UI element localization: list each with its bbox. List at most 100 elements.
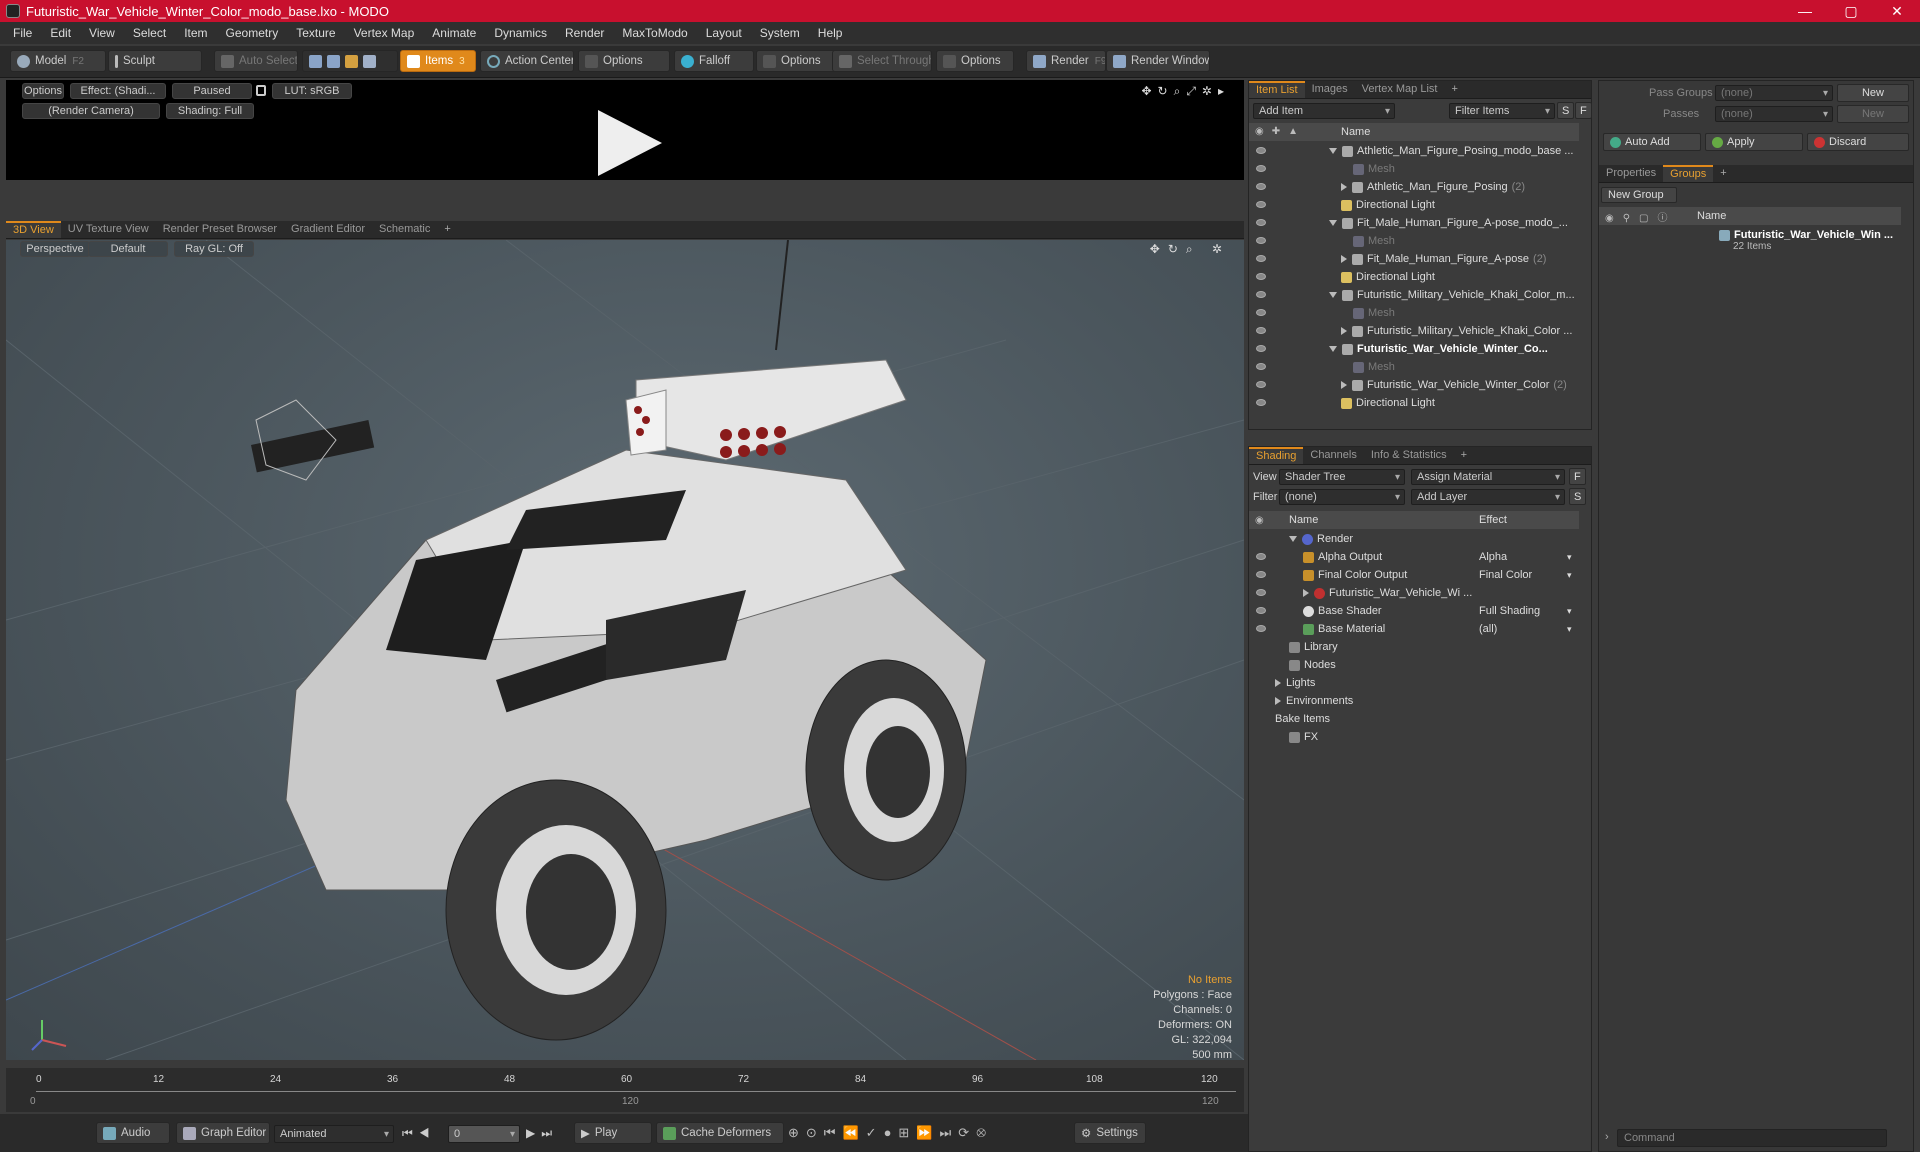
passes-dropdown[interactable]: (none) (1715, 106, 1833, 122)
polygons-icon[interactable] (345, 54, 358, 68)
expand-down-icon[interactable] (1289, 536, 1297, 542)
new-group-button[interactable]: New Group (1601, 187, 1677, 203)
shader-row[interactable]: Lights (1249, 674, 1579, 692)
filter-s-button[interactable]: S (1557, 102, 1575, 119)
add-tab-button[interactable]: + (1444, 81, 1464, 98)
item-list-row[interactable]: Athletic_Man_Figure_Posing (2) (1249, 178, 1579, 196)
menu-maxtomodo[interactable]: MaxToModo (613, 26, 696, 40)
name-column-header[interactable]: Name (1341, 126, 1370, 138)
3d-viewport[interactable]: Perspective Default Ray GL: Off ✥↻⌕ ✲ No… (6, 240, 1244, 1060)
render-camera-dropdown[interactable]: (Render Camera) (22, 103, 160, 119)
shader-row[interactable]: Environments (1249, 692, 1579, 710)
shader-row[interactable]: Base Shader Full Shading ▾ (1249, 602, 1579, 620)
item-list-row[interactable]: Futuristic_Military_Vehicle_Khaki_Color … (1249, 322, 1579, 340)
menu-layout[interactable]: Layout (697, 26, 751, 40)
menu-dynamics[interactable]: Dynamics (485, 26, 556, 40)
eye-icon[interactable] (1256, 183, 1266, 190)
preview-paused-button[interactable]: Paused (172, 83, 252, 99)
add-tab-button[interactable]: + (1713, 165, 1733, 182)
model-mode-button[interactable]: Model F2 (10, 50, 106, 72)
render-window-button[interactable]: Render Window (1106, 50, 1210, 72)
eye-icon[interactable] (1256, 165, 1266, 172)
tab-shading[interactable]: Shading (1249, 447, 1304, 464)
eye-icon[interactable] (1256, 553, 1266, 560)
auto-select-button[interactable]: Auto Select (214, 50, 298, 72)
item-list-row[interactable]: Mesh (1249, 160, 1579, 178)
item-list-row[interactable]: Directional Light (1249, 268, 1579, 286)
tab-info-statistics[interactable]: Info & Statistics (1364, 447, 1454, 464)
render-button[interactable]: Render F9 (1026, 50, 1106, 72)
discard-button[interactable]: Discard (1807, 133, 1909, 151)
edges-icon[interactable] (327, 54, 340, 68)
materials-icon[interactable] (363, 54, 376, 68)
menu-edit[interactable]: Edit (41, 26, 80, 40)
menu-animate[interactable]: Animate (423, 26, 485, 40)
expand-right-icon[interactable] (1341, 327, 1347, 335)
shader-row[interactable]: Render (1249, 530, 1579, 548)
chevron-down-icon[interactable]: ▾ (1567, 606, 1572, 617)
item-list-row[interactable]: Mesh (1249, 358, 1579, 376)
effect-dropdown[interactable]: Full Shading (1479, 605, 1577, 617)
shader-row[interactable]: Base Material (all) ▾ (1249, 620, 1579, 638)
group-column-icons[interactable]: ◉⚲▢ⓘ (1605, 209, 1677, 224)
item-list-row[interactable]: Futuristic_War_Vehicle_Winter_Color (2) (1249, 376, 1579, 394)
expand-right-icon[interactable] (1341, 381, 1347, 389)
eye-icon[interactable] (1256, 219, 1266, 226)
add-layer-dropdown[interactable]: Add Layer (1411, 489, 1565, 505)
perspective-dropdown[interactable]: Perspective (20, 241, 90, 257)
item-list-row[interactable]: Mesh (1249, 232, 1579, 250)
shader-row[interactable]: Alpha Output Alpha ▾ (1249, 548, 1579, 566)
item-list-row[interactable]: Athletic_Man_Figure_Posing_modo_base ... (1249, 142, 1579, 160)
graph-editor-button[interactable]: Graph Editor (176, 1122, 270, 1144)
preview-options-button[interactable]: Options (22, 83, 64, 99)
column-icons[interactable]: ◉✚▲ (1255, 126, 1306, 137)
eye-icon[interactable] (1256, 589, 1266, 596)
item-list-row[interactable]: Futuristic_Military_Vehicle_Khaki_Color_… (1249, 286, 1579, 304)
current-frame-field[interactable]: 0 (448, 1125, 520, 1143)
render-preview-viewport[interactable]: Options Effect: (Shadi... Paused LUT: sR… (6, 80, 1244, 180)
menu-view[interactable]: View (80, 26, 124, 40)
shading-filter-dropdown[interactable]: (none) (1279, 489, 1405, 505)
timeline-ruler[interactable]: 0 12 24 36 48 60 72 84 96 108 120 (36, 1072, 1236, 1092)
add-item-dropdown[interactable]: Add Item (1253, 103, 1395, 119)
eye-icon[interactable] (1256, 625, 1266, 632)
add-tab-button[interactable]: + (1454, 447, 1474, 464)
vertices-icon[interactable] (309, 54, 322, 68)
tab-uv-texture-view[interactable]: UV Texture View (61, 221, 156, 238)
chevron-down-icon[interactable]: ▾ (1567, 552, 1572, 563)
eye-icon[interactable] (1256, 327, 1266, 334)
tab-render-preset-browser[interactable]: Render Preset Browser (156, 221, 284, 238)
menu-file[interactable]: File (4, 26, 41, 40)
expand-down-icon[interactable] (1329, 148, 1337, 154)
expand-right-icon[interactable] (1341, 255, 1347, 263)
eye-icon[interactable] (1256, 147, 1266, 154)
menu-item[interactable]: Item (175, 26, 216, 40)
play-button[interactable]: ▶ Play (574, 1122, 652, 1144)
item-list-row[interactable]: Mesh (1249, 304, 1579, 322)
viewport-nav-icons[interactable]: ✥↻⌕ ✲ (1150, 242, 1230, 257)
tab-properties[interactable]: Properties (1599, 165, 1663, 182)
falloff-options-button[interactable]: Options (756, 50, 838, 72)
cache-deformers-button[interactable]: Cache Deformers (656, 1122, 784, 1144)
shader-tree-dropdown[interactable]: Shader Tree (1279, 469, 1405, 485)
tab-schematic[interactable]: Schematic (372, 221, 437, 238)
eye-icon[interactable] (1256, 571, 1266, 578)
tab-channels[interactable]: Channels (1303, 447, 1363, 464)
shader-row[interactable]: Final Color Output Final Color ▾ (1249, 566, 1579, 584)
menu-render[interactable]: Render (556, 26, 613, 40)
close-button[interactable]: ✕ (1874, 3, 1920, 20)
new-pass-button[interactable]: New (1837, 105, 1909, 123)
eye-icon[interactable] (1256, 201, 1266, 208)
shader-row[interactable]: FX (1249, 728, 1579, 746)
raygl-toggle[interactable]: Ray GL: Off (174, 241, 254, 257)
shading-effect-header[interactable]: Effect (1479, 514, 1507, 526)
expand-right-icon[interactable] (1275, 679, 1281, 687)
filter-items-dropdown[interactable]: Filter Items (1449, 103, 1555, 119)
visibility-column-icon[interactable]: ◉ (1255, 515, 1264, 526)
apply-button[interactable]: Apply (1705, 133, 1803, 151)
eye-icon[interactable] (1256, 309, 1266, 316)
eye-icon[interactable] (1256, 381, 1266, 388)
eye-icon[interactable] (1256, 399, 1266, 406)
lut-dropdown[interactable]: LUT: sRGB (272, 83, 352, 99)
skip-back-icons[interactable]: ⏮◀ (402, 1126, 436, 1141)
